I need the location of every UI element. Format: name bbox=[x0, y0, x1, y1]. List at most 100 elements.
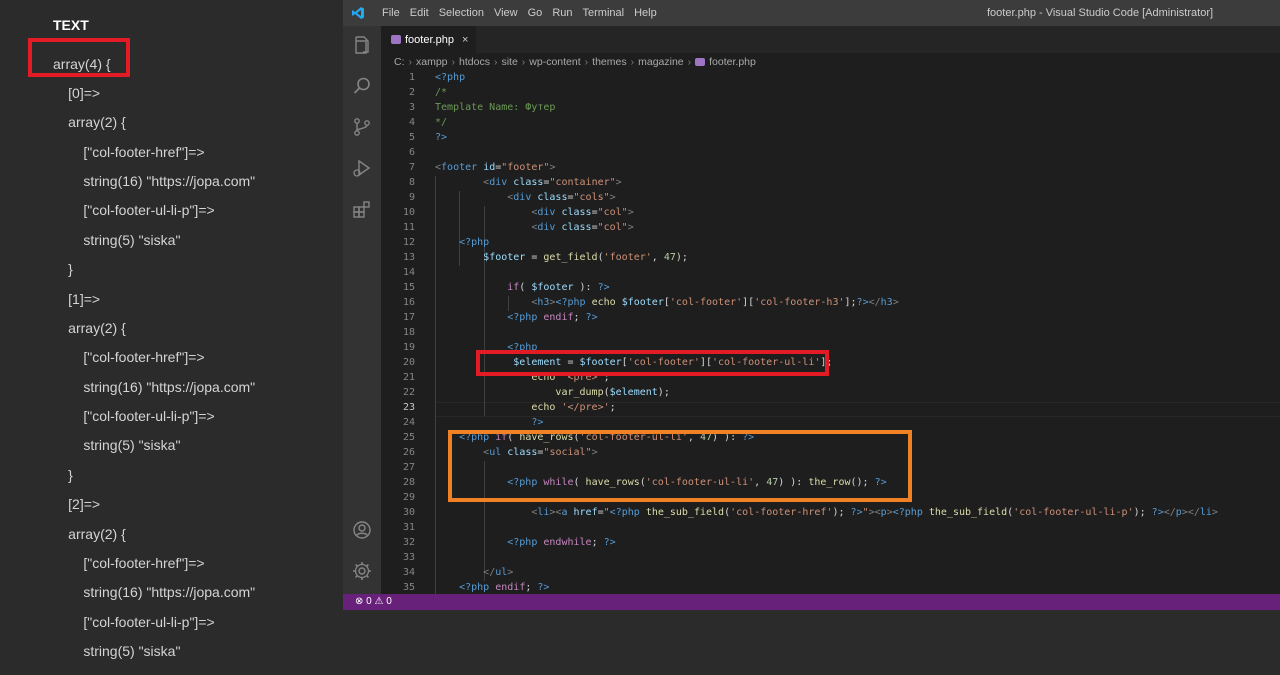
line-number: 34 bbox=[402, 567, 415, 578]
line-number: 19 bbox=[402, 342, 415, 353]
breadcrumb-item[interactable]: htdocs bbox=[459, 56, 490, 68]
line-number: 1 bbox=[408, 72, 415, 83]
code-line-8: <div class="container"> bbox=[483, 177, 622, 188]
code-line-10: <div class="col"> bbox=[531, 207, 634, 218]
dump-line: ["col-footer-href"]=> bbox=[67, 349, 205, 365]
close-icon[interactable]: × bbox=[462, 34, 468, 46]
breadcrumb-item[interactable]: C: bbox=[394, 56, 405, 68]
dump-line: } bbox=[60, 261, 73, 277]
source-control-icon[interactable] bbox=[351, 116, 373, 138]
run-debug-icon[interactable] bbox=[351, 157, 373, 179]
breadcrumb-item[interactable]: themes bbox=[592, 56, 626, 68]
vscode-window: File Edit Selection View Go Run Terminal Help f… bbox=[343, 0, 1280, 610]
line-number: 29 bbox=[402, 492, 415, 503]
line-number: 4 bbox=[408, 117, 415, 128]
code-line-22: var_dump($element); bbox=[555, 387, 670, 398]
code-line-30: <li><a href="<?php the_sub_field('col-fo… bbox=[531, 507, 1218, 518]
line-number: 12 bbox=[402, 237, 415, 248]
breadcrumb: C: › xampp › htdocs › site › wp-content › themes › m… bbox=[381, 53, 1280, 71]
code-line-7: <footer id="footer"> bbox=[435, 162, 556, 173]
red-highlight-box-code bbox=[476, 350, 829, 376]
line-number: 17 bbox=[402, 312, 415, 323]
status-bar: ⊗ 0 ⚠ 0 bbox=[343, 594, 1280, 610]
activity-bar bbox=[343, 26, 381, 594]
breadcrumb-item[interactable]: xampp bbox=[416, 56, 448, 68]
menu-item-go[interactable]: Go bbox=[523, 0, 548, 26]
breadcrumb-separator-icon: › bbox=[630, 56, 635, 68]
code-line-3: Template Name: Футер bbox=[435, 102, 556, 113]
menu-item-run[interactable]: Run bbox=[547, 0, 577, 26]
dump-line: [0]=> bbox=[60, 85, 101, 101]
line-number: 30 bbox=[402, 507, 415, 518]
line-number: 9 bbox=[408, 192, 415, 203]
tab-label: footer.php bbox=[405, 33, 454, 46]
breadcrumb-item[interactable]: magazine bbox=[638, 56, 684, 68]
breadcrumb-separator-icon: › bbox=[451, 56, 456, 68]
background-area bbox=[343, 610, 1280, 675]
breadcrumb-separator-icon: › bbox=[687, 56, 692, 68]
extensions-icon[interactable] bbox=[351, 198, 373, 220]
menu-item-terminal[interactable]: Terminal bbox=[578, 0, 630, 26]
menu-item-help[interactable]: Help bbox=[629, 0, 662, 26]
code-line-35: <?php endif; ?> bbox=[459, 582, 550, 593]
dump-line: ["col-footer-href"]=> bbox=[67, 144, 205, 160]
code-line-17: <?php endif; ?> bbox=[507, 312, 598, 323]
line-number: 24 bbox=[402, 417, 415, 428]
line-number: 14 bbox=[402, 267, 415, 278]
line-number: 26 bbox=[402, 447, 415, 458]
breadcrumb-item[interactable]: wp-content bbox=[529, 56, 580, 68]
problems-status[interactable]: ⊗ 0 ⚠ 0 bbox=[355, 594, 392, 610]
code-line-4: */ bbox=[435, 117, 448, 128]
dump-line: string(16) "https://jopa.com" bbox=[67, 379, 256, 395]
line-number: 28 bbox=[402, 477, 415, 488]
settings-gear-icon[interactable] bbox=[351, 560, 373, 582]
line-number: 3 bbox=[408, 102, 415, 113]
code-line-9: <div class="cols"> bbox=[507, 192, 616, 203]
code-line-5: ?> bbox=[435, 132, 448, 143]
menu-item-selection[interactable]: Selection bbox=[434, 0, 489, 26]
vscode-logo-icon bbox=[352, 7, 364, 19]
explorer-icon[interactable] bbox=[351, 34, 373, 56]
code-line-32: <?php endwhile; ?> bbox=[507, 537, 616, 548]
breadcrumb-item[interactable]: site bbox=[501, 56, 517, 68]
red-highlight-box-dump bbox=[28, 38, 130, 77]
tab-footer-php[interactable]: footer.php × bbox=[381, 26, 476, 53]
breadcrumb-separator-icon: › bbox=[408, 56, 413, 68]
dump-line: array(2) { bbox=[60, 114, 126, 130]
dump-line: string(5) "siska" bbox=[67, 232, 181, 248]
line-number: 13 bbox=[402, 252, 415, 263]
line-number: 35 bbox=[402, 582, 415, 593]
dump-line: } bbox=[60, 467, 73, 483]
code-line-34: </ul> bbox=[483, 567, 514, 578]
php-file-icon bbox=[391, 35, 401, 44]
dump-line: ["col-footer-ul-li-p"]=> bbox=[67, 614, 215, 630]
dump-line: string(16) "https://jopa.com" bbox=[67, 584, 256, 600]
account-icon[interactable] bbox=[351, 519, 373, 541]
line-number: 32 bbox=[402, 537, 415, 548]
breadcrumb-item[interactable]: footer.php bbox=[709, 56, 756, 68]
code-line-11: <div class="col"> bbox=[531, 222, 634, 233]
editor-tabs: footer.php × bbox=[381, 26, 1280, 53]
search-icon[interactable] bbox=[351, 75, 373, 97]
line-number: 5 bbox=[408, 132, 415, 143]
dump-title: TEXT bbox=[53, 17, 89, 33]
dump-line: string(5) "siska" bbox=[67, 437, 181, 453]
dump-line: array(2) { bbox=[60, 320, 126, 336]
line-number: 2 bbox=[408, 87, 415, 98]
menu-item-file[interactable]: File bbox=[377, 0, 405, 26]
line-number: 18 bbox=[402, 327, 415, 338]
code-line-1: <?php bbox=[435, 72, 466, 83]
line-number: 11 bbox=[402, 222, 415, 233]
line-number: 33 bbox=[402, 552, 415, 563]
menu-item-view[interactable]: View bbox=[489, 0, 523, 26]
line-number: 16 bbox=[402, 297, 415, 308]
code-line-12: <?php bbox=[459, 237, 490, 248]
orange-highlight-box-code bbox=[448, 430, 912, 502]
code-editor[interactable]: 1 2 3 4 5 6 7 8 9 10 11 12 13 14 15 16 17 18 19 20 21 22 23 24 2… bbox=[381, 71, 1280, 594]
menu-item-edit[interactable]: Edit bbox=[405, 0, 434, 26]
dump-line: string(16) "https://jopa.com" bbox=[67, 173, 256, 189]
code-line-24: ?> bbox=[531, 417, 544, 428]
dump-line: ["col-footer-ul-li-p"]=> bbox=[67, 408, 215, 424]
line-number: 25 bbox=[402, 432, 415, 443]
line-number: 31 bbox=[402, 522, 415, 533]
